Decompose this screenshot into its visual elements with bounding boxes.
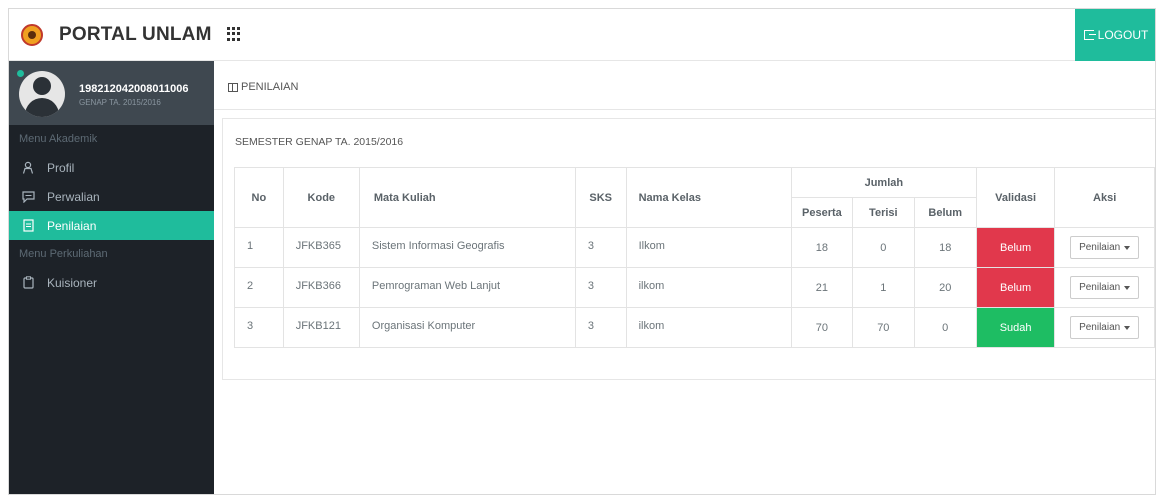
dropdown-label: Penilaian bbox=[1079, 322, 1121, 333]
columns-icon bbox=[228, 82, 238, 92]
caret-down-icon bbox=[1124, 285, 1131, 290]
cell-mata-kuliah: Pemrograman Web Lanjut bbox=[358, 267, 576, 308]
user-semester: GENAP TA. 2015/2016 bbox=[79, 98, 161, 107]
cell-belum: 20 bbox=[913, 267, 977, 308]
user-id: 198212042008011006 bbox=[79, 83, 189, 95]
brand-title: PORTAL UNLAM bbox=[59, 24, 212, 45]
dropdown-label: Penilaian bbox=[1079, 282, 1121, 293]
cell-belum: 0 bbox=[913, 307, 977, 348]
cell-mata-kuliah: Organisasi Komputer bbox=[358, 307, 576, 348]
cell-sks: 3 bbox=[574, 227, 627, 268]
cell-aksi: Penilaian bbox=[1054, 267, 1155, 308]
penilaian-dropdown[interactable]: Penilaian bbox=[1070, 276, 1140, 299]
logout-icon bbox=[1083, 30, 1096, 40]
top-bar: PORTAL UNLAM LOGOUT bbox=[9, 9, 1155, 61]
header-no: No bbox=[234, 167, 284, 228]
caret-down-icon bbox=[1124, 245, 1131, 250]
logout-label: LOGOUT bbox=[1097, 28, 1149, 42]
document-icon bbox=[21, 219, 35, 233]
grading-table: No Kode Mata Kuliah SKS Nama Kelas Jumla… bbox=[234, 167, 1155, 348]
sidebar-item-kuisioner[interactable]: Kuisioner bbox=[9, 268, 214, 297]
breadcrumb: PENILAIAN bbox=[228, 81, 298, 93]
sidebar-item-profil[interactable]: Profil bbox=[9, 153, 214, 182]
cell-terisi: 70 bbox=[852, 307, 915, 348]
university-logo bbox=[21, 24, 43, 46]
cell-kode: JFKB365 bbox=[282, 227, 360, 268]
chat-icon bbox=[21, 190, 35, 204]
header-aksi: Aksi bbox=[1054, 167, 1155, 228]
sidebar-item-label: Penilaian bbox=[47, 218, 97, 233]
table-row: 1 JFKB365 Sistem Informasi Geografis 3 I… bbox=[234, 227, 1155, 268]
header-nama-kelas: Nama Kelas bbox=[625, 167, 792, 228]
header-sks: SKS bbox=[574, 167, 627, 228]
cell-terisi: 0 bbox=[852, 227, 915, 268]
sidebar-item-label: Profil bbox=[47, 160, 75, 175]
header-peserta: Peserta bbox=[790, 197, 854, 228]
cell-peserta: 18 bbox=[790, 227, 854, 268]
main-content: PENILAIAN SEMESTER GENAP TA. 2015/2016 N… bbox=[214, 61, 1155, 494]
cell-nama-kelas: ilkom bbox=[625, 267, 792, 308]
header-belum: Belum bbox=[913, 197, 977, 228]
sidebar-item-label: Perwalian bbox=[47, 189, 100, 204]
sidebar-item-perwalian[interactable]: Perwalian bbox=[9, 182, 214, 211]
avatar bbox=[19, 71, 65, 117]
breadcrumb-label: PENILAIAN bbox=[241, 81, 299, 93]
cell-terisi: 1 bbox=[852, 267, 915, 308]
panel-title: SEMESTER GENAP TA. 2015/2016 bbox=[235, 136, 404, 148]
table-row: 3 JFKB121 Organisasi Komputer 3 ilkom 70… bbox=[234, 307, 1155, 348]
cell-mata-kuliah: Sistem Informasi Geografis bbox=[358, 227, 576, 268]
status-badge: Sudah bbox=[975, 307, 1056, 348]
cell-sks: 3 bbox=[574, 267, 627, 308]
clipboard-icon bbox=[21, 276, 35, 290]
user-icon bbox=[21, 161, 35, 175]
cell-no: 3 bbox=[234, 307, 284, 348]
penilaian-dropdown[interactable]: Penilaian bbox=[1070, 316, 1140, 339]
cell-aksi: Penilaian bbox=[1054, 307, 1155, 348]
divider bbox=[214, 109, 1155, 110]
status-badge: Belum bbox=[975, 227, 1056, 268]
cell-kode: JFKB121 bbox=[282, 307, 360, 348]
cell-nama-kelas: Ilkom bbox=[625, 227, 792, 268]
online-status-icon bbox=[17, 70, 24, 77]
status-badge: Belum bbox=[975, 267, 1056, 308]
header-mata-kuliah: Mata Kuliah bbox=[358, 167, 576, 228]
app-window: PORTAL UNLAM LOGOUT 198212042008011006 G… bbox=[8, 8, 1156, 495]
cell-nama-kelas: ilkom bbox=[625, 307, 792, 348]
user-profile: 198212042008011006 GENAP TA. 2015/2016 bbox=[9, 61, 214, 125]
cell-sks: 3 bbox=[574, 307, 627, 348]
table-row: 2 JFKB366 Pemrograman Web Lanjut 3 ilkom… bbox=[234, 267, 1155, 308]
header-terisi: Terisi bbox=[852, 197, 915, 228]
caret-down-icon bbox=[1124, 325, 1131, 330]
section-menu-perkuliahan: Menu Perkuliahan bbox=[19, 248, 108, 260]
cell-aksi: Penilaian bbox=[1054, 227, 1155, 268]
cell-no: 1 bbox=[234, 227, 284, 268]
cell-no: 2 bbox=[234, 267, 284, 308]
sidebar: 198212042008011006 GENAP TA. 2015/2016 M… bbox=[9, 61, 214, 494]
section-menu-akademik: Menu Akademik bbox=[19, 133, 98, 145]
cell-belum: 18 bbox=[913, 227, 977, 268]
cell-kode: JFKB366 bbox=[282, 267, 360, 308]
cell-peserta: 70 bbox=[790, 307, 854, 348]
header-validasi: Validasi bbox=[975, 167, 1056, 228]
sidebar-item-label: Kuisioner bbox=[47, 275, 98, 290]
cell-peserta: 21 bbox=[790, 267, 854, 308]
penilaian-dropdown[interactable]: Penilaian bbox=[1070, 236, 1140, 259]
logout-button[interactable]: LOGOUT bbox=[1075, 9, 1155, 61]
sidebar-item-penilaian[interactable]: Penilaian bbox=[9, 211, 214, 240]
apps-grid-icon[interactable] bbox=[227, 27, 241, 41]
header-kode: Kode bbox=[282, 167, 360, 228]
brand[interactable]: PORTAL UNLAM bbox=[9, 9, 214, 61]
header-jumlah: Jumlah bbox=[790, 167, 977, 198]
dropdown-label: Penilaian bbox=[1079, 242, 1121, 253]
